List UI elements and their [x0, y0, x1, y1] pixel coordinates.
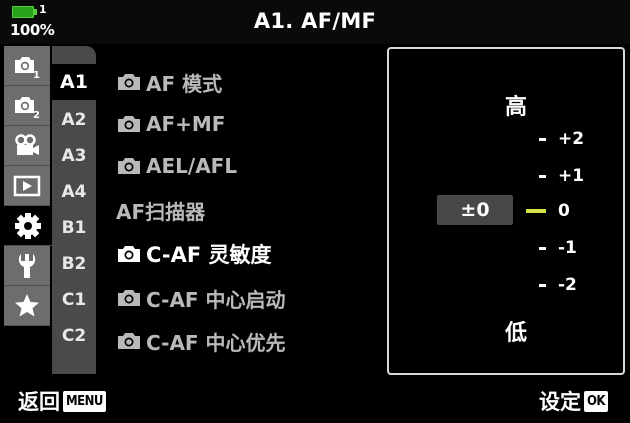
camera-1-icon: 1: [15, 56, 40, 80]
camera-icon: [118, 116, 140, 132]
low-label: 低: [505, 321, 528, 346]
tab-c2[interactable]: C2: [52, 318, 96, 354]
menu-key-icon: MENU: [63, 390, 106, 412]
tab-video-menu[interactable]: [4, 126, 50, 166]
svg-text:2: 2: [33, 110, 40, 120]
tab-c1[interactable]: C1: [52, 282, 96, 318]
menu-item-af-mode[interactable]: AF 模式: [116, 62, 222, 102]
camera-2-icon: 2: [15, 96, 40, 120]
tab-a1[interactable]: A1: [52, 64, 96, 100]
menu-item-c-af-sensitivity[interactable]: C-AF 灵敏度: [116, 234, 272, 274]
back-button[interactable]: 返回 MENU: [18, 386, 106, 416]
high-label: 高: [505, 95, 528, 120]
scale-option-minus-1[interactable]: -1: [539, 233, 577, 263]
playback-icon: [13, 175, 41, 196]
gear-icon: [15, 212, 41, 239]
menu-item-af-scanner[interactable]: AF扫描器: [116, 190, 205, 230]
scale-option-minus-2[interactable]: -2: [539, 270, 577, 300]
tab-shooting-menu-1[interactable]: 1: [4, 46, 50, 86]
sensitivity-panel: 高 +2 +1 ±0 0 -1 -2 低: [387, 47, 625, 375]
page-title: A1. AF/MF: [253, 9, 377, 33]
camera-icon: [118, 246, 140, 262]
tab-shooting-menu-2[interactable]: 2: [4, 86, 50, 126]
tab-a2[interactable]: A2: [52, 102, 96, 138]
camera-icon: [118, 158, 140, 174]
submenu-tabs: A1 A2 A3 A4 B1 B2 C1 C2: [52, 46, 96, 374]
menu-item-label: AF+MF: [146, 112, 226, 136]
menu-item-label: AF 模式: [146, 71, 223, 96]
scale-option-zero[interactable]: 0: [526, 196, 570, 226]
tab-b2[interactable]: B2: [52, 246, 96, 282]
tab-a4[interactable]: A4: [52, 174, 96, 210]
menu-item-c-af-center-priority[interactable]: C-AF 中心优先: [116, 321, 286, 361]
top-bar: 1 100% A1. AF/MF: [0, 0, 630, 44]
menu-item-label: C-AF 中心优先: [146, 330, 286, 355]
camera-icon: [118, 74, 140, 90]
camera-icon: [118, 333, 140, 349]
set-button[interactable]: 设定 OK: [539, 386, 608, 416]
menu-item-af-mf[interactable]: AF+MF: [116, 104, 225, 144]
menu-category-tabs: 1 2: [0, 46, 52, 374]
wrench-icon: [18, 253, 36, 278]
menu-item-c-af-center-start[interactable]: C-AF 中心启动: [116, 278, 286, 318]
scale-option-plus-1[interactable]: +1: [539, 161, 584, 191]
camera-icon: [118, 290, 140, 306]
back-label: 返回: [18, 390, 60, 414]
bottom-bar: 返回 MENU 设定 OK: [0, 378, 630, 423]
tab-custom-menu[interactable]: [4, 206, 52, 246]
current-value-box: ±0: [437, 195, 513, 225]
tab-a3[interactable]: A3: [52, 138, 96, 174]
svg-text:1: 1: [33, 70, 40, 80]
ok-key-icon: OK: [583, 390, 608, 412]
video-camera-icon: [15, 133, 39, 155]
star-icon: [15, 293, 39, 316]
tab-playback-menu[interactable]: [4, 166, 50, 206]
menu-item-label: C-AF 灵敏度: [146, 243, 272, 267]
menu-item-label: AF扫描器: [116, 199, 206, 224]
set-label: 设定: [538, 390, 581, 414]
scale-option-plus-2[interactable]: +2: [539, 124, 584, 154]
menu-item-label: AEL/AFL: [146, 154, 238, 178]
selection-marker: [526, 209, 546, 213]
menu-item-ael-afl[interactable]: AEL/AFL: [116, 146, 237, 186]
tab-b1[interactable]: B1: [52, 210, 96, 246]
menu-item-label: C-AF 中心启动: [146, 287, 286, 312]
tab-my-menu[interactable]: [4, 286, 50, 326]
tab-setup-menu[interactable]: [4, 246, 50, 286]
